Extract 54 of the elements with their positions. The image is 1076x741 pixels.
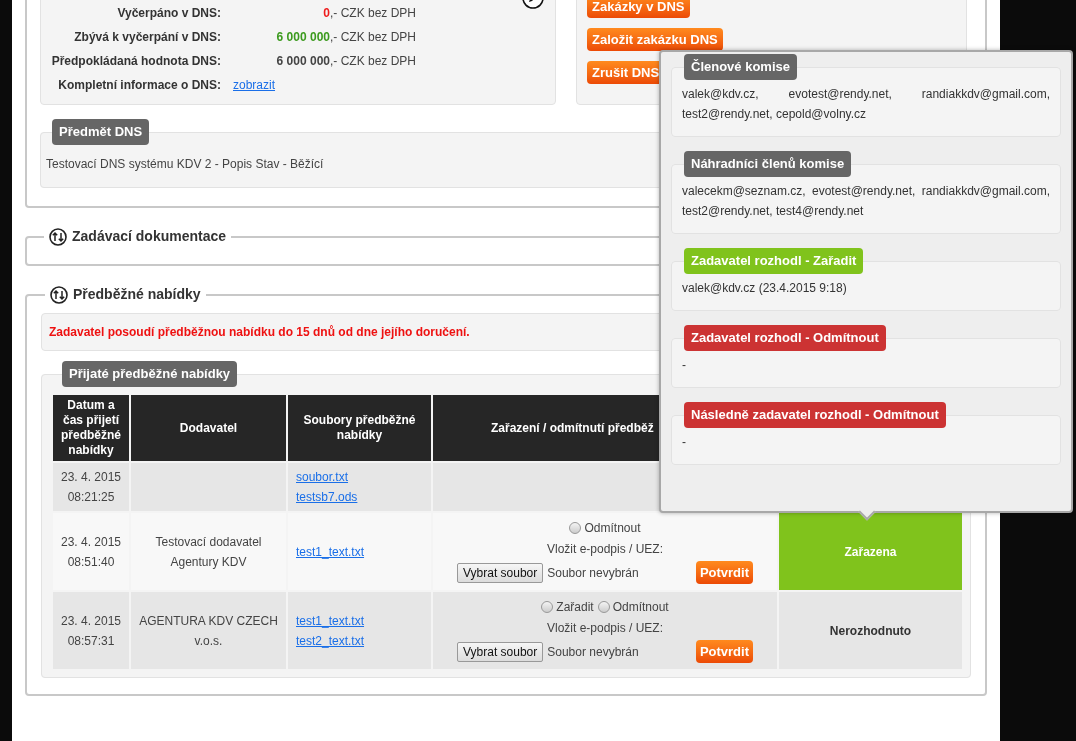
section-title[interactable]: Zadávací dokumentace <box>72 226 227 247</box>
group-text: valecekm@seznam.cz, evotest@rendy.net, randiakkdv@gmail.com, test2@rendy.net, test4@rendy.net <box>682 183 1050 220</box>
section-title[interactable]: Předběžné nabídky <box>73 284 201 305</box>
status-cell: Zařazena <box>779 513 962 590</box>
group-label: Náhradníci členů komise <box>684 151 852 177</box>
group-label: Následně zadavatel rozhodl - Odmítnout <box>684 402 946 428</box>
show-link[interactable]: zobrazit <box>233 75 276 94</box>
date-cell: 23. 4. 2015 08:51:40 <box>53 513 129 590</box>
date-cell: 23. 4. 2015 08:21:25 <box>53 463 129 511</box>
group-label: Členové komise <box>684 54 797 80</box>
section-label: Přijaté předběžné nabídky <box>62 361 238 387</box>
file-link[interactable]: soubor.txt <box>296 467 349 487</box>
confirm-button[interactable]: Potvrdit <box>695 640 753 663</box>
group-text: - <box>682 434 687 451</box>
arrows-circle-icon <box>49 227 67 246</box>
supplier-cell: Testovací dodavatel Agentury KDV <box>131 513 286 590</box>
date-cell: 23. 4. 2015 08:57:31 <box>53 592 129 669</box>
field-label: Zbývá k vyčerpání v DNS: <box>73 28 221 46</box>
file-link[interactable]: testsb7.ods <box>296 487 358 507</box>
group-text: valek@kdv.cz, evotest@rendy.net, randiakkdv@gmail.com, test2@rendy.net, cepold@volny.cz <box>682 86 1050 123</box>
column-header: Datum a čas přijetí předběžné nabídky <box>53 395 129 461</box>
column-header: Soubory předběžné nabídky <box>288 395 431 461</box>
radio-option[interactable]: Zařadit <box>541 598 594 616</box>
subject-text: Testovací DNS systému KDV 2 - Popis Stav - Běžící <box>46 156 324 173</box>
choose-file-button[interactable]: Vybrat soubor <box>457 562 544 583</box>
field-value: 6 000 000,- CZK bez DPH <box>275 28 416 46</box>
group-label: Zadavatel rozhodl - Zařadit <box>684 248 864 274</box>
action-button[interactable]: Založit zakázku DNS <box>587 28 723 51</box>
field-label: Vyčerpáno v DNS: <box>116 4 221 22</box>
radio-option[interactable]: Odmítnout <box>597 598 669 616</box>
group-text: valek@kdv.cz (23.4.2015 9:18) <box>682 280 848 297</box>
arrows-circle-icon <box>50 285 68 304</box>
field-value: 0,- CZK bez DPH <box>322 4 416 22</box>
notice-text: Zadavatel posoudí předběžnou nabídku do 15 dnů od dne jejího doručení. <box>49 324 470 341</box>
supplier-cell: AGENTURA KDV CZECH v.o.s. <box>131 592 286 669</box>
choose-file-button[interactable]: Vybrat soubor <box>457 641 544 662</box>
file-link[interactable]: test1_text.txt <box>296 610 365 631</box>
field-label: Kompletní informace o DNS: <box>57 76 221 94</box>
file-status: Soubor nevybrán <box>547 643 639 661</box>
field-value: 6 000 000,- CZK bez DPH <box>275 52 416 70</box>
column-header: Dodavatel <box>131 395 286 461</box>
file-link[interactable]: test1_text.txt <box>296 541 365 562</box>
group-label: Zadavatel rozhodl - Odmítnout <box>684 325 886 351</box>
status-cell: Nerozhodnuto <box>779 592 962 669</box>
group-text: - <box>682 357 687 374</box>
file-link[interactable]: test2_text.txt <box>296 630 365 651</box>
radio-option[interactable]: Odmítnout <box>569 519 641 537</box>
signature-label: Vložit e-podpis / UEZ: <box>546 541 663 558</box>
signature-label: Vložit e-podpis / UEZ: <box>546 620 663 637</box>
field-label: Předpokládaná hodnota DNS: <box>50 52 221 70</box>
action-button[interactable]: Zakázky v DNS <box>587 0 690 18</box>
section-label: Předmět DNS <box>52 119 150 145</box>
confirm-button[interactable]: Potvrdit <box>695 561 753 584</box>
file-status: Soubor nevybrán <box>547 564 639 582</box>
